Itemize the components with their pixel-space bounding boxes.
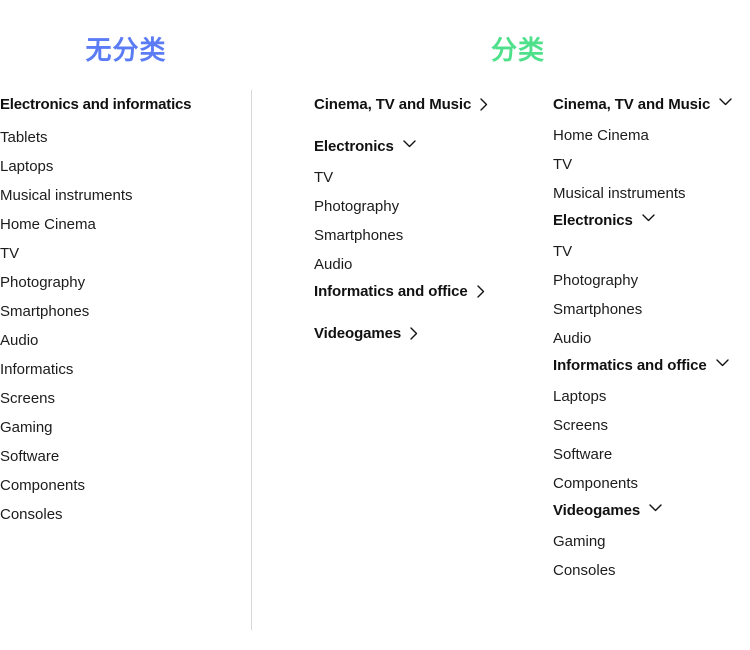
category-item[interactable]: Audio [314, 256, 514, 274]
category-item[interactable]: Audio [553, 330, 750, 348]
category-group-header[interactable]: Videogames [553, 502, 750, 520]
category-item[interactable]: Laptops [553, 388, 750, 406]
page-root: 无分类 分类 Electronics and informatics Table… [0, 0, 750, 650]
uncategorized-title: 无分类 [85, 35, 167, 65]
category-group-items: Home Cinema TV Musical instruments [553, 124, 750, 203]
category-group: Cinema, TV and Music [314, 96, 514, 114]
category-group: Electronics TV Photography Smartphones Audio [314, 138, 514, 274]
flat-list-item[interactable]: Photography [0, 274, 240, 292]
category-group-label: Cinema, TV and Music [553, 96, 711, 113]
flat-category-column: Electronics and informatics Tablets Lapto… [0, 96, 240, 535]
flat-list-item[interactable]: Consoles [0, 506, 240, 524]
flat-list-item[interactable]: Components [0, 477, 240, 495]
category-group: Videogames Gaming Consoles [553, 502, 750, 580]
category-item[interactable]: Screens [553, 417, 750, 435]
flat-item-list: Tablets Laptops Musical instruments Home Ci… [0, 129, 240, 524]
chevron-down-icon [715, 359, 730, 373]
category-group: Informatics and office Laptops Screens Soft… [553, 357, 750, 493]
category-group-label: Videogames [314, 325, 402, 342]
category-group: Cinema, TV and Music Home Cinema TV Musical… [553, 96, 750, 203]
category-group: Videogames [314, 325, 514, 343]
flat-list-item[interactable]: Home Cinema [0, 216, 240, 234]
category-group-items: Laptops Screens Software Components [553, 385, 750, 493]
category-group-label: Electronics [553, 212, 633, 229]
category-group-label: Cinema, TV and Music [314, 96, 472, 113]
category-group-header[interactable]: Electronics [553, 212, 750, 230]
category-item[interactable]: Photography [314, 198, 514, 216]
middle-category-column: Cinema, TV and Music Electronics TV Photogr… [314, 96, 514, 343]
category-item[interactable]: Components [553, 475, 750, 493]
category-item[interactable]: Smartphones [553, 301, 750, 319]
chevron-down-icon [642, 214, 656, 228]
category-item[interactable]: Photography [553, 272, 750, 290]
chevron-down-icon [719, 98, 733, 112]
category-group-label: Informatics and office [553, 357, 707, 374]
category-item[interactable]: Consoles [553, 562, 750, 580]
flat-list-item[interactable]: Audio [0, 332, 240, 350]
category-group-header[interactable]: Cinema, TV and Music [553, 96, 750, 114]
flat-list-item[interactable]: Gaming [0, 419, 240, 437]
category-group-label: Electronics [314, 138, 394, 155]
category-item[interactable]: Gaming [553, 533, 750, 551]
category-group-header[interactable]: Informatics and office [314, 283, 514, 301]
flat-list-item[interactable]: Tablets [0, 129, 240, 147]
flat-list-item[interactable]: Software [0, 448, 240, 466]
category-group-label: Videogames [553, 502, 641, 519]
category-group-label: Informatics and office [314, 283, 468, 300]
category-group-header[interactable]: Cinema, TV and Music [314, 96, 514, 114]
category-group-header[interactable]: Electronics [314, 138, 514, 156]
flat-list-item[interactable]: TV [0, 245, 240, 263]
categorized-title: 分类 [490, 35, 545, 65]
titles-bar: 无分类 分类 [0, 0, 750, 90]
chevron-right-icon [480, 98, 494, 112]
category-group-header[interactable]: Videogames [314, 325, 514, 343]
category-item[interactable]: Software [553, 446, 750, 464]
category-item[interactable]: Home Cinema [553, 127, 750, 145]
flat-list-item[interactable]: Screens [0, 390, 240, 408]
flat-list-item[interactable]: Musical instruments [0, 187, 240, 205]
chevron-right-icon [476, 285, 491, 299]
category-item[interactable]: TV [314, 169, 514, 187]
category-group: Electronics TV Photography Smartphones Audio [553, 212, 750, 348]
chevron-down-icon [649, 504, 663, 518]
category-item[interactable]: Musical instruments [553, 185, 750, 203]
vertical-divider [251, 90, 252, 630]
flat-column-heading: Electronics and informatics [0, 96, 192, 113]
category-item[interactable]: Smartphones [314, 227, 514, 245]
category-item[interactable]: TV [553, 156, 750, 174]
chevron-right-icon [410, 327, 424, 341]
category-group-items: TV Photography Smartphones Audio [553, 240, 750, 348]
category-item[interactable]: TV [553, 243, 750, 261]
flat-list-item[interactable]: Informatics [0, 361, 240, 379]
right-category-column: Cinema, TV and Music Home Cinema TV Musical… [553, 96, 750, 580]
category-group-items: Gaming Consoles [553, 530, 750, 580]
flat-list-item[interactable]: Laptops [0, 158, 240, 176]
flat-list-item[interactable]: Smartphones [0, 303, 240, 321]
category-group-header[interactable]: Informatics and office [553, 357, 750, 375]
chevron-down-icon [403, 140, 417, 154]
category-group-items: TV Photography Smartphones Audio [314, 166, 514, 274]
category-group: Informatics and office [314, 283, 514, 301]
